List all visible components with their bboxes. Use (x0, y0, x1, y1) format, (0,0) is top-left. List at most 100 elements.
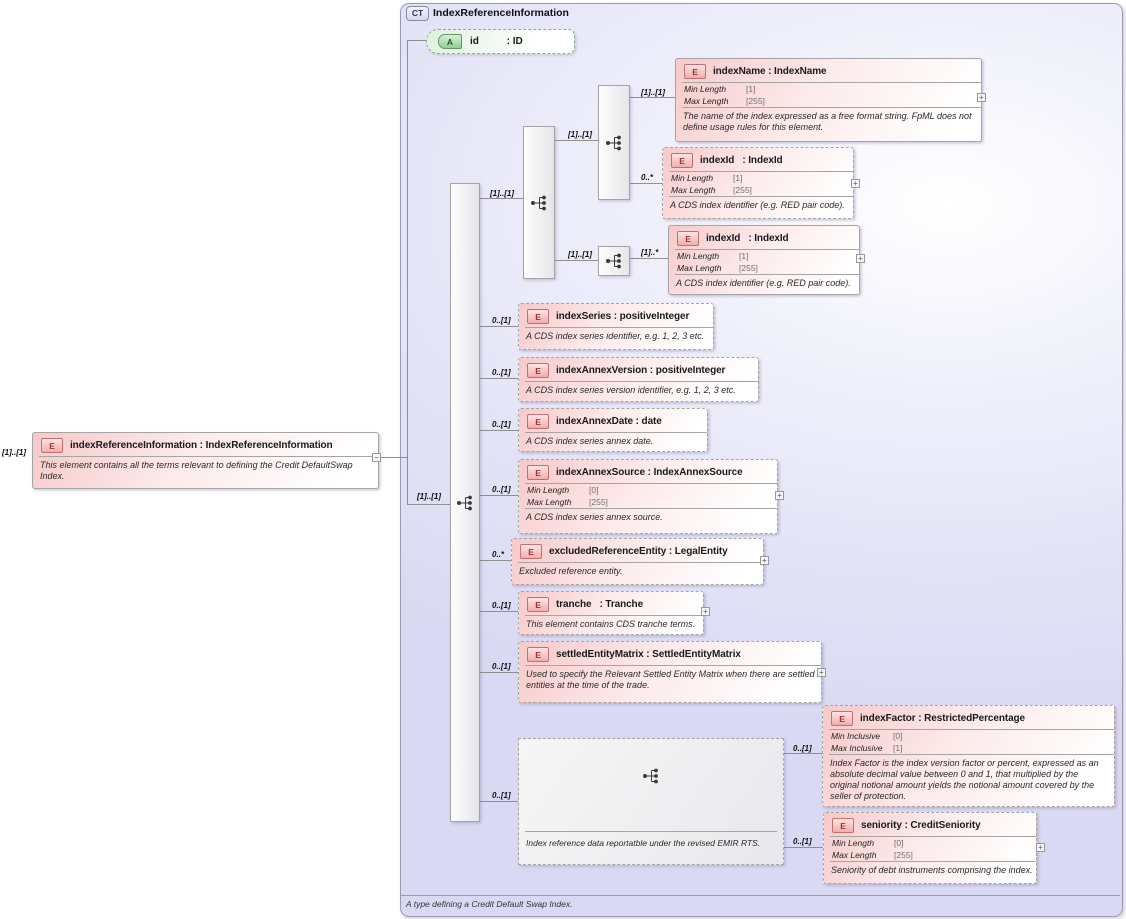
element-box-indexName[interactable]: E indexName : IndexName Min Length[1] Ma… (675, 58, 982, 142)
connector-line (478, 378, 518, 379)
element-name: indexAnnexVersion (556, 365, 647, 376)
element-box-tranche[interactable]: E tranche : Tranche This element contain… (518, 591, 704, 635)
element-cardinality: 0..[1] (492, 485, 511, 494)
expand-toggle[interactable]: + (701, 607, 710, 616)
collapse-toggle[interactable]: − (372, 453, 381, 462)
element-cardinality: 0..[1] (492, 662, 511, 671)
connector-line (478, 672, 518, 673)
expand-toggle[interactable]: + (851, 179, 860, 188)
sequence-group-emir[interactable]: Index reference data reportatble under t… (518, 738, 784, 865)
element-description: A CDS index identifier (e.g. RED pair co… (663, 197, 853, 213)
connector-line (407, 504, 450, 505)
element-type: : IndexId (740, 233, 788, 244)
sequence-icon (456, 495, 475, 511)
element-box-indexAnnexVersion[interactable]: E indexAnnexVersion : positiveInteger A … (518, 357, 759, 402)
element-type: : positiveInteger (647, 365, 725, 376)
element-cardinality: 0..* (641, 173, 653, 182)
complex-type-icon: CT (406, 6, 429, 21)
attribute-box-id[interactable]: A id : ID (426, 29, 575, 54)
expand-toggle[interactable]: + (817, 668, 826, 677)
expand-toggle[interactable]: + (1036, 843, 1045, 852)
facet-value: [1] (893, 743, 902, 753)
element-box-indexSeries[interactable]: E indexSeries : positiveInteger A CDS in… (518, 303, 714, 350)
element-name: indexId (700, 155, 734, 166)
facet-label: Max Length (684, 96, 746, 107)
sequence-icon (605, 135, 624, 151)
connector-line (478, 801, 518, 802)
attribute-name: id (470, 36, 479, 47)
element-cardinality: 0..[1] (492, 368, 511, 377)
element-box-indexAnnexSource[interactable]: E indexAnnexSource : IndexAnnexSource Mi… (518, 459, 778, 534)
element-box-indexReferenceInformation[interactable]: E indexReferenceInformation : IndexRefer… (32, 432, 379, 489)
sequence-compositor-upper[interactable] (598, 85, 630, 200)
connector-line (628, 258, 668, 259)
divider (830, 836, 1036, 837)
element-type: : IndexName (765, 66, 826, 77)
sequence-compositor-main[interactable] (450, 183, 480, 822)
element-name: indexId (706, 233, 740, 244)
facet-label: Min Length (671, 173, 733, 184)
facet-label: Max Inclusive (831, 743, 893, 754)
expand-toggle[interactable]: + (977, 93, 986, 102)
element-cardinality: 0..[1] (492, 316, 511, 325)
expand-toggle[interactable]: + (760, 556, 769, 565)
choice-compositor[interactable] (523, 126, 555, 279)
element-box-indexId-optional[interactable]: E indexId : IndexId Min Length[1] Max Le… (662, 147, 854, 219)
element-type: : SettledEntityMatrix (644, 649, 741, 660)
element-icon: E (527, 647, 549, 662)
element-icon: E (527, 309, 549, 324)
element-name: indexFactor (860, 713, 916, 724)
element-cardinality: [1]..* (641, 248, 658, 257)
element-header: E indexReferenceInformation : IndexRefer… (33, 433, 378, 456)
expand-toggle[interactable]: + (856, 254, 865, 263)
element-cardinality: 0..[1] (492, 420, 511, 429)
facet-value: [1] (733, 173, 742, 183)
element-box-settledEntityMatrix[interactable]: E settledEntityMatrix : SettledEntityMat… (518, 641, 822, 703)
element-cardinality: 0..[1] (793, 837, 812, 846)
sequence-cardinality: [1]..[1] (417, 492, 441, 501)
element-box-seniority[interactable]: E seniority : CreditSeniority Min Length… (823, 812, 1037, 884)
facet-value: [255] (733, 185, 752, 195)
expand-toggle[interactable]: + (775, 491, 784, 500)
facet-value: [1] (739, 251, 748, 261)
element-description: A CDS index series annex source. (519, 509, 777, 525)
root-cardinality: [1]..[1] (2, 448, 26, 457)
divider (669, 171, 853, 172)
element-type: : CreditSeniority (902, 820, 981, 831)
facet-value: [0] (589, 485, 598, 495)
element-icon: E (671, 153, 693, 168)
sequence-cardinality: [1]..[1] (568, 250, 592, 259)
divider (525, 483, 777, 484)
element-box-excludedReferenceEntity[interactable]: E excludedReferenceEntity : LegalEntity … (511, 538, 764, 585)
divider (675, 249, 859, 250)
element-name: indexReferenceInformation (70, 440, 197, 451)
element-description: This element contains all the terms rele… (33, 457, 378, 484)
element-cardinality: 0..[1] (492, 601, 511, 610)
facet-label: Max Length (671, 185, 733, 196)
element-type: : Tranche (591, 599, 643, 610)
element-description: Used to specify the Relevant Settled Ent… (519, 666, 821, 693)
element-description: A CDS index series identifier, e.g. 1, 2… (519, 328, 713, 344)
element-description: This element contains CDS tranche terms. (519, 616, 703, 632)
divider (829, 729, 1114, 730)
element-box-indexId-required[interactable]: E indexId : IndexId Min Length[1] Max Le… (668, 225, 860, 295)
facet-value: [1] (746, 84, 755, 94)
connector-line (628, 183, 662, 184)
connector-line (478, 560, 511, 561)
element-icon: E (527, 597, 549, 612)
element-type: : IndexReferenceInformation (197, 440, 333, 451)
facet-label: Max Length (677, 263, 739, 274)
element-icon: E (684, 64, 706, 79)
element-type: : date (633, 416, 662, 427)
choice-cardinality: [1]..[1] (490, 189, 514, 198)
element-icon: E (527, 465, 549, 480)
sequence-compositor-lower[interactable] (598, 246, 630, 276)
element-description: Seniority of debt instruments comprising… (824, 862, 1036, 878)
element-box-indexAnnexDate[interactable]: E indexAnnexDate : date A CDS index seri… (518, 408, 708, 452)
element-type: : RestrictedPercentage (916, 713, 1025, 724)
attribute-type: : ID (479, 36, 523, 47)
element-description: Index Factor is the index version factor… (823, 755, 1114, 804)
element-type: : IndexId (734, 155, 782, 166)
element-box-indexFactor[interactable]: E indexFactor : RestrictedPercentage Min… (822, 705, 1115, 807)
element-cardinality: 0..[1] (793, 744, 812, 753)
